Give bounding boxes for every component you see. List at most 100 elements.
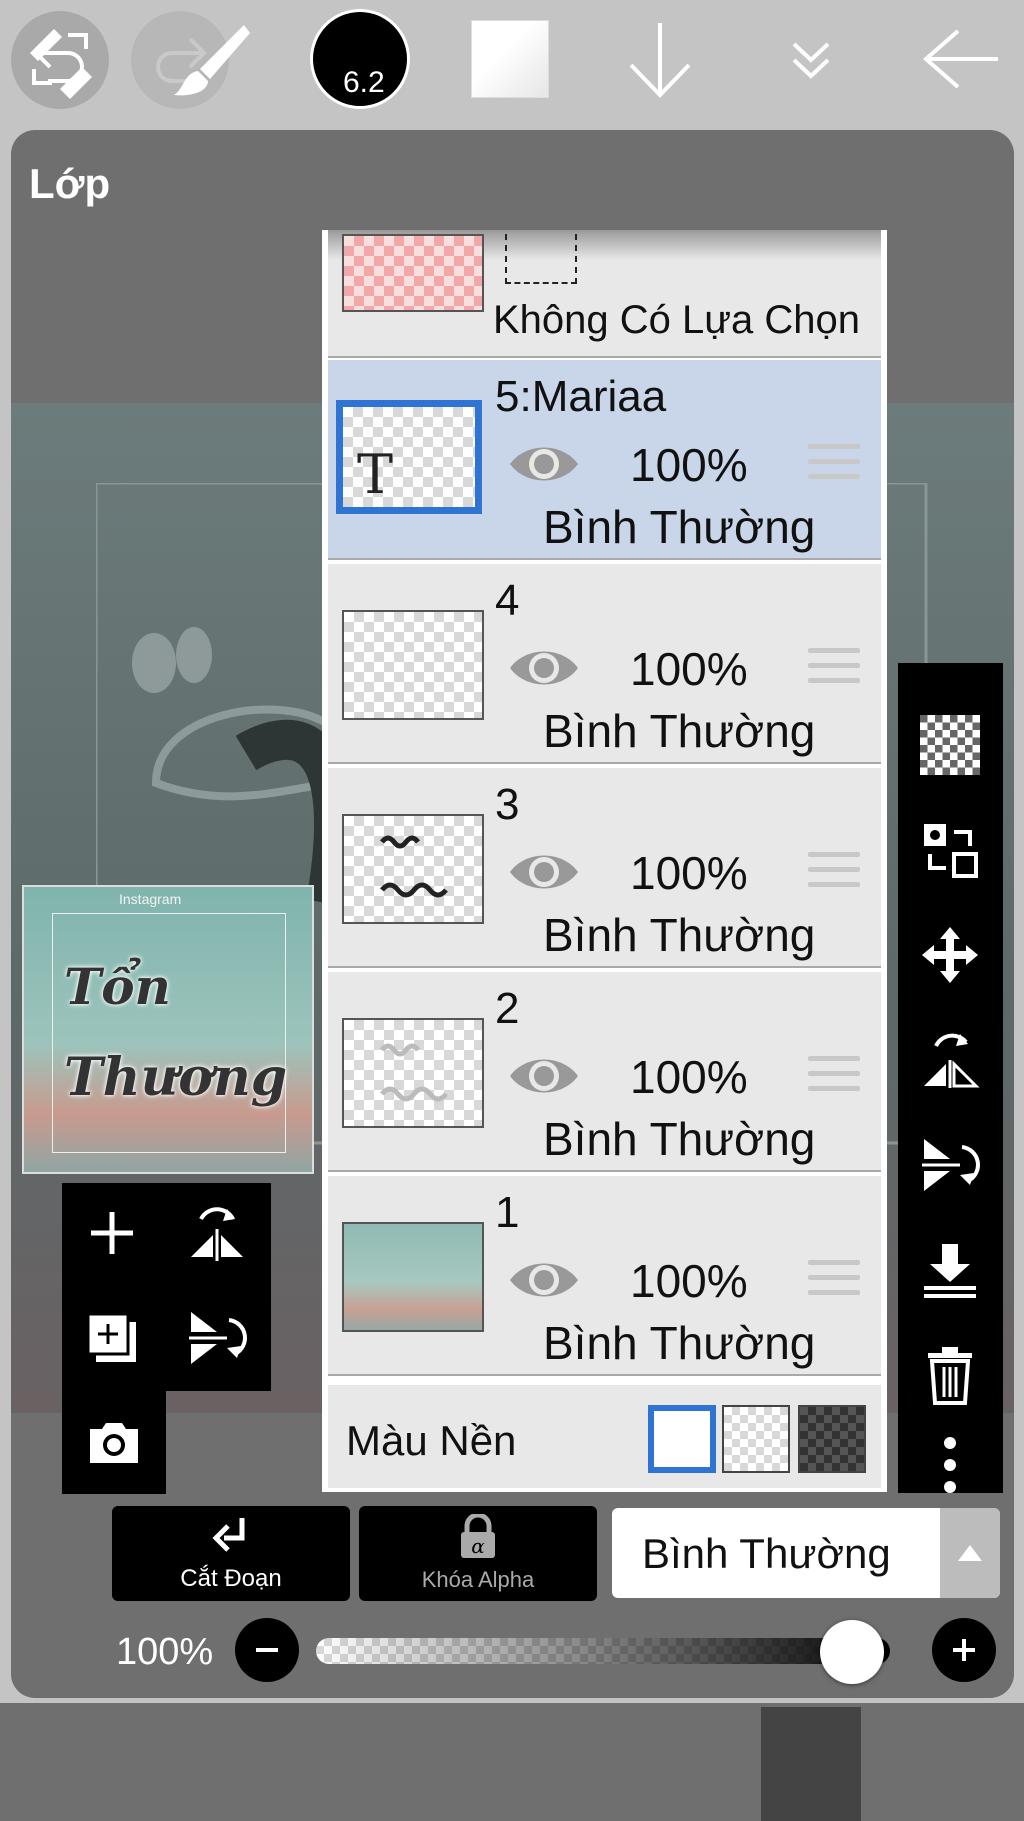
canvas-preview[interactable]: Instagram Tổn Thương [22,885,314,1174]
camera-button[interactable] [79,1407,149,1477]
layer-blend-mode: Bình Thường [543,909,816,961]
clipping-arrow-icon [212,1518,245,1552]
brush-size-button[interactable]: 6.2 [310,0,410,118]
brush-tool-button[interactable] [160,0,260,118]
checkerboard-icon [920,715,980,775]
drag-handle-icon[interactable] [808,1260,860,1305]
visibility-eye-icon[interactable] [508,848,580,896]
bg-transparent-swatch[interactable] [722,1405,790,1473]
selection-layer-row[interactable]: Không Có Lựa Chọn [328,230,881,358]
double-chevron-down-icon [792,42,830,79]
opacity-slider[interactable] [316,1638,890,1664]
merge-down-icon [924,1244,976,1298]
svg-text:α: α [471,1534,485,1558]
more-vertical-icon [944,1437,956,1493]
visibility-eye-icon[interactable] [508,644,580,692]
layer-blend-mode: Bình Thường [543,1317,816,1369]
color-button[interactable] [460,0,560,118]
bottom-toolbar [0,1703,1024,1821]
delete-layer-button[interactable] [918,1343,982,1407]
selection-label: Không Có Lựa Chọn [493,298,861,342]
add-layer-button[interactable] [77,1198,147,1268]
flip-vertical-button[interactable] [918,1133,982,1197]
minus-icon [256,1648,278,1652]
visibility-eye-icon[interactable] [508,1052,580,1100]
selection-thumbnail [342,234,484,312]
layers-tab-highlight [761,1707,861,1821]
alpha-lock-label: Khóa Alpha [421,1567,535,1592]
layer-opacity: 100% [630,439,748,491]
bg-dark-swatch[interactable] [798,1405,866,1473]
layer-row[interactable]: 3 100% Bình Thường [328,768,881,968]
layer-down-button[interactable] [610,0,710,118]
layer-list: Không Có Lựa Chọn T 5:Mariaa 100% Bình T… [322,230,887,1492]
layer-row[interactable]: 4 100% Bình Thường [328,564,881,764]
swap-layer-button[interactable] [918,818,982,882]
visibility-eye-icon[interactable] [508,1256,580,1304]
layer-opacity: 100% [630,1051,748,1103]
transparency-toggle-button[interactable] [918,713,982,777]
clipping-label: Cắt Đoạn [180,1565,282,1592]
layer-opacity: 100% [630,643,748,695]
swap-icon [924,824,978,878]
layer-opacity: 100% [630,1255,748,1307]
layer-thumbnail [342,610,484,720]
move-layer-button[interactable] [918,923,982,987]
tool-swap-icon [30,29,92,99]
lock-icon: α [461,1514,495,1558]
blend-mode-arrow-icon [940,1508,1000,1598]
background-color-row: Màu Nền [328,1385,881,1488]
preview-word1: Tổn [64,957,171,1016]
layers-menu-button[interactable] [761,0,861,118]
layer-thumbnail [342,1018,484,1128]
bg-white-swatch[interactable] [648,1405,716,1473]
layer-name: 3 [495,780,520,829]
flip-horizontal-icon [191,1207,243,1261]
layer-name: 5:Mariaa [495,372,667,421]
layer-thumbnail [342,814,484,924]
layer-blend-mode: Bình Thường [543,705,816,757]
tool-switch-button[interactable] [10,0,110,118]
arrow-down-icon [629,23,691,98]
blend-mode-select[interactable]: Bình Thường [612,1508,1000,1598]
more-options-button[interactable] [918,1433,982,1497]
flip-canvas-vertical-button[interactable] [182,1303,252,1373]
layer-blend-mode: Bình Thường [543,501,816,553]
drag-handle-icon[interactable] [808,1056,860,1101]
layer-row[interactable]: T 5:Mariaa 100% Bình Thường [328,360,881,560]
plus-icon [91,1212,133,1254]
drag-handle-icon[interactable] [808,852,860,897]
visibility-eye-icon[interactable] [508,440,580,488]
camera-icon [90,1423,138,1463]
camera-toolbar [62,1391,166,1494]
opacity-decrease-button[interactable] [235,1618,299,1682]
layer-row[interactable]: 2 100% Bình Thường [328,972,881,1172]
background-color-label: Màu Nền [346,1417,517,1464]
layer-thumbnail: T [336,400,482,514]
flip-vertical-icon [922,1139,980,1191]
move-icon [922,927,978,983]
trash-icon [928,1347,972,1405]
opacity-slider-knob[interactable] [820,1620,884,1684]
layer-thumbnail [342,1222,484,1332]
layer-add-toolbar [62,1183,271,1391]
duplicate-layer-button[interactable] [77,1303,147,1373]
opacity-increase-button[interactable] [932,1618,996,1682]
drag-handle-icon[interactable] [808,444,860,489]
flip-horizontal-button[interactable] [918,1028,982,1092]
panel-title: Lớp [29,160,111,207]
layer-tools-toolbar [898,663,1003,1493]
clipping-button[interactable]: Cắt Đoạn [112,1506,350,1601]
plus-icon [953,1639,975,1661]
color-swatch [471,20,549,98]
back-button[interactable] [912,0,1012,118]
drag-handle-icon[interactable] [808,648,860,693]
preview-word2: Thương [64,1047,288,1108]
flip-canvas-horizontal-button[interactable] [182,1198,252,1268]
brush-size-value: 6.2 [343,66,385,99]
alpha-lock-button[interactable]: α Khóa Alpha [359,1506,597,1601]
layer-row[interactable]: 1 100% Bình Thường [328,1176,881,1376]
merge-down-button[interactable] [918,1238,982,1302]
text-layer-icon: T [357,443,394,506]
arrow-left-icon [922,29,998,89]
